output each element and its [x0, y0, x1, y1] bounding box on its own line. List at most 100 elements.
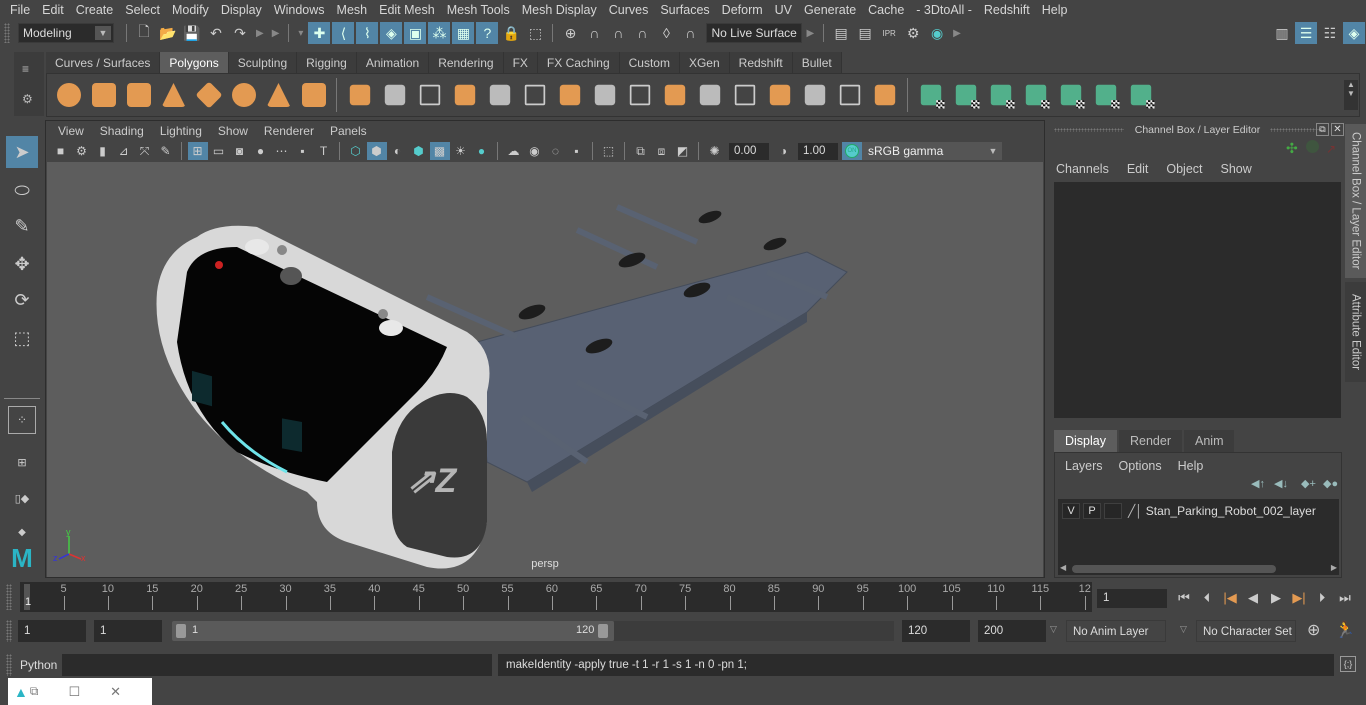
select-vertex-icon[interactable]: ◈ [380, 22, 403, 44]
bookmark-icon[interactable]: ▮ [93, 142, 113, 160]
camera-icon[interactable]: ■ [51, 142, 71, 160]
menu-cache[interactable]: Cache [862, 3, 910, 17]
command-input[interactable] [62, 654, 492, 676]
close-icon[interactable]: ✕ [1331, 123, 1344, 136]
move-layer-up-icon[interactable]: ◀↑ [1251, 477, 1265, 490]
render-current-icon[interactable]: ▤ [830, 22, 852, 44]
collapse-arrow-icon[interactable]: ▶ [256, 28, 264, 39]
menu-modify[interactable]: Modify [166, 3, 215, 17]
xray-joints-icon[interactable]: ⧈ [652, 142, 672, 160]
step-forward-frame-icon[interactable]: ⏵ [1312, 588, 1332, 608]
wireframe-icon[interactable]: ⬡ [346, 142, 366, 160]
auto-key-icon[interactable] [1306, 140, 1319, 153]
hypershade-icon[interactable]: ◉ [926, 22, 948, 44]
ipr-render-icon[interactable]: IPR [878, 22, 900, 44]
shelf-tab-custom[interactable]: Custom [619, 52, 680, 73]
paint-select-tool-icon[interactable]: ✎ [6, 210, 38, 242]
gamma-field[interactable]: 1.00 [798, 142, 838, 160]
anti-aliasing-icon[interactable]: ◌ [546, 142, 566, 160]
live-surface-field[interactable]: No Live Surface [706, 23, 803, 43]
select-object-icon[interactable]: ⟨ [332, 22, 355, 44]
manipulator-icon[interactable]: ✣ [1286, 140, 1298, 157]
menu-help[interactable]: Help [1036, 3, 1074, 17]
select-uv-icon[interactable]: ⁂ [428, 22, 451, 44]
menu-edit-mesh[interactable]: Edit Mesh [373, 3, 441, 17]
character-set-dropdown[interactable]: No Character Set [1196, 620, 1296, 642]
maximize-icon[interactable]: ☐ [68, 684, 80, 700]
scale-tool-icon[interactable]: ⬚ [6, 322, 38, 354]
channel-box-area[interactable] [1054, 182, 1341, 418]
shelf-tab-rigging[interactable]: Rigging [297, 52, 357, 73]
xray-icon[interactable]: ⧉ [631, 142, 651, 160]
separate-icon[interactable] [379, 79, 411, 111]
spherical-map-icon[interactable] [985, 79, 1017, 111]
menu-edit[interactable]: Edit [36, 3, 70, 17]
mirror-icon[interactable] [414, 79, 446, 111]
menu-file[interactable]: File [4, 3, 36, 17]
script-editor-icon[interactable]: {;} [1340, 656, 1356, 672]
menu-mesh[interactable]: Mesh [331, 3, 374, 17]
lock-icon[interactable]: 🔒 [500, 22, 522, 44]
layer-tab-display[interactable]: Display [1054, 430, 1117, 452]
current-frame-field[interactable]: 1 [1097, 589, 1167, 608]
side-tab-attribute-editor[interactable]: Attribute Editor [1345, 282, 1366, 382]
layout-uvs-icon[interactable] [1125, 79, 1157, 111]
script-language-toggle[interactable]: Python [20, 658, 57, 672]
layer-menu-help[interactable]: Help [1178, 459, 1204, 473]
side-tab-channel-box[interactable]: Channel Box / Layer Editor [1345, 124, 1366, 278]
merge-icon[interactable] [799, 79, 831, 111]
animation-preferences-icon[interactable]: 🏃 [1335, 620, 1355, 640]
play-backward-icon[interactable]: ◀ [1243, 588, 1263, 608]
single-perspective-layout-icon[interactable]: ⁘ [8, 406, 36, 434]
highlight-selection-icon[interactable]: ⬚ [524, 22, 546, 44]
channel-box-menu-channels[interactable]: Channels [1056, 162, 1109, 176]
poly-torus-icon[interactable] [228, 79, 260, 111]
poly-pipe-icon[interactable] [298, 79, 330, 111]
new-layer-from-selection-icon[interactable]: ◆● [1323, 477, 1338, 490]
shelf-tab-redshift[interactable]: Redshift [729, 52, 793, 73]
poly-sphere-icon[interactable] [53, 79, 85, 111]
go-to-start-icon[interactable]: ⏮ [1174, 588, 1194, 608]
move-tool-icon[interactable]: ✥ [6, 248, 38, 280]
collapse-arrow-icon[interactable]: ▶ [272, 28, 280, 39]
playback-toggle[interactable]: P [1083, 503, 1101, 519]
collapse-arrow-icon[interactable]: ▶ [953, 28, 961, 39]
outliner-persp-layout-icon[interactable]: ▯◆ [6, 482, 38, 514]
multi-cut-icon[interactable] [589, 79, 621, 111]
modeling-toolkit-icon[interactable]: ▥ [1271, 22, 1293, 44]
bridge-edge-icon[interactable] [729, 79, 761, 111]
shelf-tab-polygons[interactable]: Polygons [160, 52, 229, 73]
menu-deform[interactable]: Deform [716, 3, 769, 17]
viewport-menu-view[interactable]: View [50, 124, 92, 138]
playback-start-field[interactable]: 1 [94, 620, 162, 642]
scroll-up-icon[interactable]: ▲ [1344, 80, 1358, 89]
menu-redshift[interactable]: Redshift [978, 3, 1036, 17]
color-management-toggle[interactable]: ON [842, 142, 862, 160]
rotate-tool-icon[interactable]: ⟳ [6, 284, 38, 316]
save-scene-icon[interactable]: 💾 [181, 22, 203, 44]
step-back-frame-icon[interactable]: ⏴ [1197, 588, 1217, 608]
grease-pencil-icon[interactable]: ✎ [156, 142, 176, 160]
shelf-tab-fx[interactable]: FX [503, 52, 538, 73]
workspace-dropdown[interactable]: Modeling ▼ [18, 23, 114, 43]
gamma-icon[interactable]: ◑ [774, 142, 794, 160]
snap-curve-icon[interactable]: ∩ [583, 22, 605, 44]
uv-editor-icon[interactable] [1090, 79, 1122, 111]
poly-pyramid-icon[interactable] [263, 79, 295, 111]
select-tool-icon[interactable]: ➤ [6, 136, 38, 168]
poly-cylinder-icon[interactable] [123, 79, 155, 111]
speed-icon[interactable]: ↗ [1326, 142, 1336, 156]
cylindrical-map-icon[interactable] [950, 79, 982, 111]
anim-layer-dropdown[interactable]: No Anim Layer [1066, 620, 1166, 642]
menu-3dtoall[interactable]: - 3DtoAll - [910, 3, 978, 17]
camera-attributes-icon[interactable]: ⚙ [72, 142, 92, 160]
channel-box-menu-show[interactable]: Show [1221, 162, 1252, 176]
menu-generate[interactable]: Generate [798, 3, 862, 17]
combine-icon[interactable] [344, 79, 376, 111]
insert-edge-icon[interactable] [834, 79, 866, 111]
horizontal-scrollbar[interactable]: ◀ ▶ [1058, 563, 1339, 575]
move-layer-down-icon[interactable]: ◀↓ [1274, 477, 1288, 490]
viewport-menu-panels[interactable]: Panels [322, 124, 375, 138]
playback-end-field[interactable]: 120 [902, 620, 970, 642]
step-back-key-icon[interactable]: |◀ [1220, 588, 1240, 608]
